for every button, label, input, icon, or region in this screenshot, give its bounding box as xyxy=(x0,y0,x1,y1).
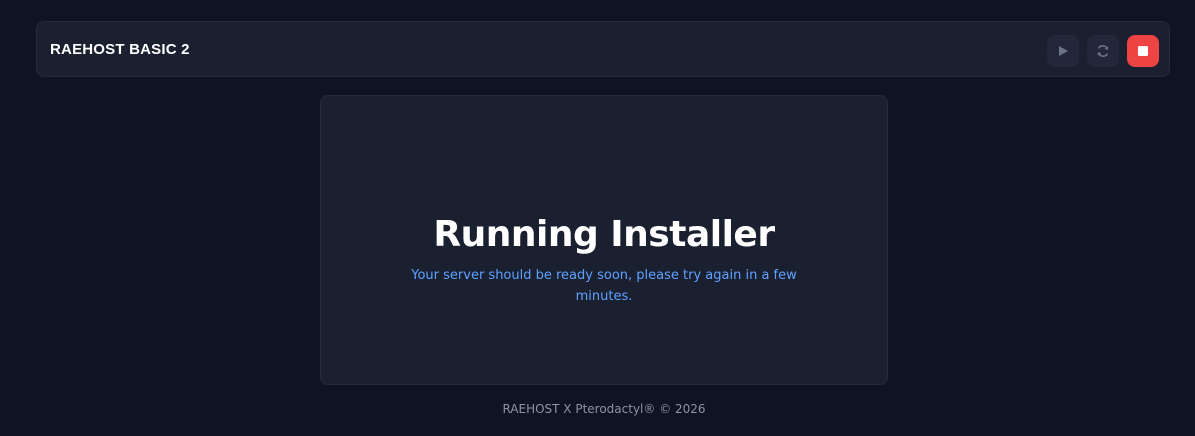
stop-icon xyxy=(1138,46,1148,56)
start-button[interactable] xyxy=(1047,35,1079,67)
footer-copyright: RAEHOST X Pterodactyl® © 2026 xyxy=(502,402,706,416)
server-name: RAEHOST BASIC 2 xyxy=(50,41,190,58)
installer-status-card: Running Installer Your server should be … xyxy=(320,95,888,385)
play-icon xyxy=(1059,46,1068,56)
restart-button[interactable] xyxy=(1087,35,1119,67)
status-message: Your server should be ready soon, please… xyxy=(411,268,797,304)
refresh-icon xyxy=(1097,45,1109,57)
status-title: Running Installer xyxy=(433,214,775,255)
stop-button[interactable] xyxy=(1127,35,1159,67)
server-header: RAEHOST BASIC 2 xyxy=(36,21,1170,77)
